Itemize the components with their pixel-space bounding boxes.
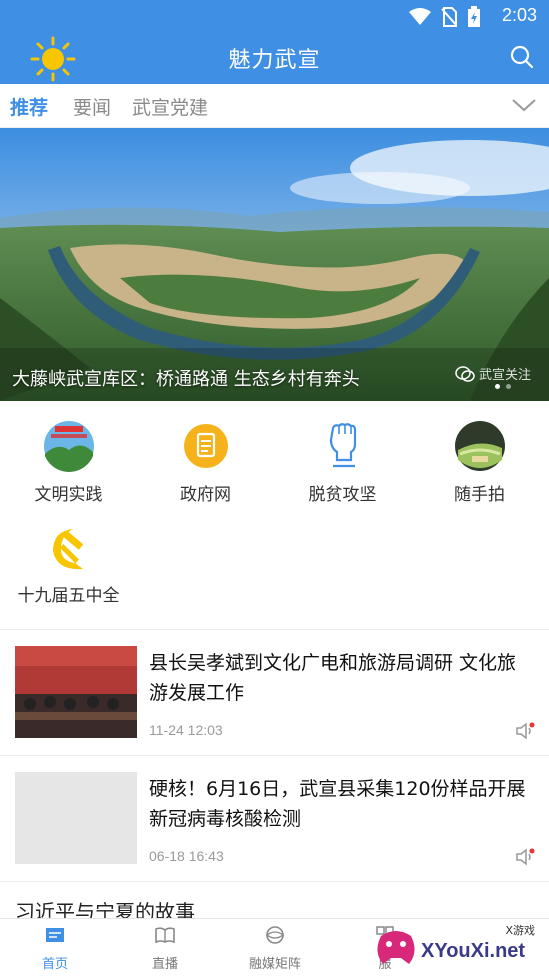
nav-label: 首页 (41, 957, 68, 972)
divider (0, 881, 549, 882)
gamepad-logo-icon (377, 931, 415, 964)
banner-carousel[interactable]: 大藤峡武宣库区：桥通路通 生态乡村有奔头 武宣关注 (0, 128, 549, 401)
speaker-icon[interactable] (515, 722, 535, 740)
shortcut-snapshot[interactable]: 随手拍 (411, 420, 548, 505)
watermark: 武宣关注 (455, 364, 531, 383)
news-date: 06-18 16:43 (149, 848, 224, 864)
banner-image (0, 128, 549, 401)
news-thumbnail (15, 646, 137, 738)
shortcut-label: 随手拍 (454, 485, 505, 505)
shortcut-label: 脱贫攻坚 (308, 485, 377, 505)
news-thumbnail-placeholder (15, 772, 137, 864)
status-time: 2:03 (501, 5, 537, 25)
shortcut-label: 十九届五中全 (17, 586, 120, 606)
camera-photo-icon (454, 420, 506, 472)
status-bar: 2:03 (0, 0, 549, 32)
book-icon (155, 927, 175, 944)
battery-charging-icon (468, 6, 480, 27)
shortcut-label: 政府网 (180, 485, 231, 505)
carousel-dot (495, 384, 500, 389)
carousel-dot (506, 384, 511, 389)
search-icon[interactable] (509, 44, 535, 70)
chevron-down-icon[interactable] (511, 96, 537, 114)
news-item[interactable]: 县长吴孝斌到文化广电和旅游局调研 文化旅游发展工作 11-24 12:03 (0, 630, 549, 755)
news-headline: 县长吴孝斌到文化广电和旅游局调研 文化旅游发展工作 (149, 652, 517, 704)
civilization-badge-icon (43, 420, 95, 472)
tab-news[interactable]: 要闻 (73, 93, 111, 120)
shortcut-government[interactable]: 政府网 (137, 420, 274, 505)
carousel-dots (495, 384, 511, 389)
tab-party-building[interactable]: 武宣党建 (132, 93, 208, 120)
watermark-text: 武宣关注 (478, 368, 531, 383)
nav-label: 直播 (151, 957, 178, 972)
status-icons (409, 6, 481, 28)
site-watermark-small: X游戏 (505, 924, 535, 937)
news-item[interactable]: 硬核！6月16日，武宣县采集120份样品开展新冠病毒核酸检测 06-18 16:… (0, 756, 549, 881)
nav-home[interactable]: 首页 (0, 925, 110, 972)
wifi-icon (409, 8, 431, 25)
category-tabs: 推荐 要闻 武宣党建 (0, 84, 549, 128)
wechat-icon (455, 365, 475, 382)
globe-icon (266, 926, 285, 944)
site-watermark: X游戏 XYouXi.net (369, 918, 549, 976)
speaker-icon[interactable] (515, 848, 535, 866)
home-news-icon (46, 928, 64, 942)
nav-label: 融媒矩阵 (248, 957, 301, 972)
nav-media-matrix[interactable]: 融媒矩阵 (220, 925, 330, 972)
news-date: 11-24 12:03 (149, 722, 223, 738)
shortcut-civilization[interactable]: 文明实践 (0, 420, 137, 505)
document-icon (180, 420, 232, 472)
shortcut-fifth-plenum[interactable]: 十九届五中全 (0, 521, 137, 606)
tab-recommend[interactable]: 推荐 (10, 93, 48, 120)
fist-icon (317, 420, 369, 472)
shortcut-grid: 文明实践 政府网 脱贫攻坚 随手拍 十九届五中全 (0, 401, 549, 629)
site-watermark-text: XYouXi.net (421, 940, 526, 962)
news-headline: 硬核！6月16日，武宣县采集120份样品开展新冠病毒核酸检测 (149, 778, 526, 830)
app-title: 魅力武宣 (228, 48, 321, 73)
nav-live[interactable]: 直播 (110, 925, 220, 972)
banner-caption: 大藤峡武宣库区：桥通路通 生态乡村有奔头 (12, 369, 360, 390)
app-bar: 魅力武宣 (0, 32, 549, 84)
hammer-sickle-icon (43, 521, 95, 573)
shortcut-poverty[interactable]: 脱贫攻坚 (274, 420, 411, 505)
no-sim-icon (441, 7, 457, 27)
shortcut-label: 文明实践 (34, 485, 103, 505)
